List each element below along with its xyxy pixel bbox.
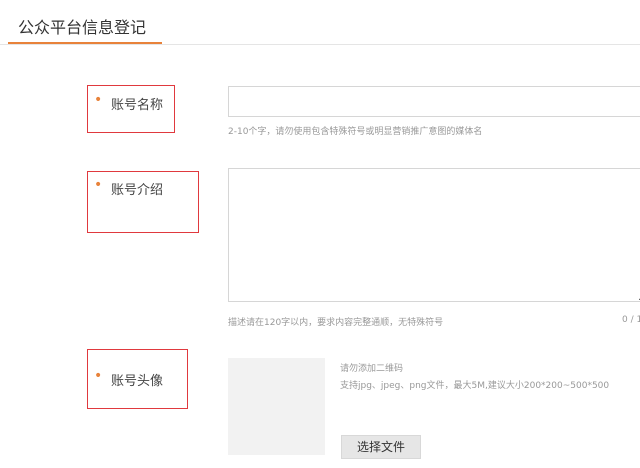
account-name-label: 账号名称 [111,98,164,113]
required-marker: • [94,92,103,108]
account-intro-label: 账号介绍 [111,183,164,198]
required-marker: • [94,177,103,193]
account-name-input[interactable] [228,86,640,117]
choose-file-button[interactable]: 选择文件 [341,435,421,459]
account-name-hint: 2-10个字，请勿使用包含特殊符号或明显营销推广意图的媒体名 [228,127,483,137]
page-title: 公众平台信息登记 [18,18,147,37]
required-marker: • [94,368,103,384]
divider [0,44,640,45]
account-intro-textarea[interactable] [228,168,640,302]
avatar-placeholder [228,358,325,455]
char-counter: 0 / 120 [622,315,640,325]
avatar-format-note: 支持jpg、jpeg、png文件，最大5M,建议大小200*200~500*50… [340,381,610,391]
account-intro-hint: 描述请在120字以内，要求内容完整通顺，无特殊符号 [228,318,444,328]
avatar-note: 请勿添加二维码 [340,364,404,374]
account-avatar-label: 账号头像 [111,374,164,389]
